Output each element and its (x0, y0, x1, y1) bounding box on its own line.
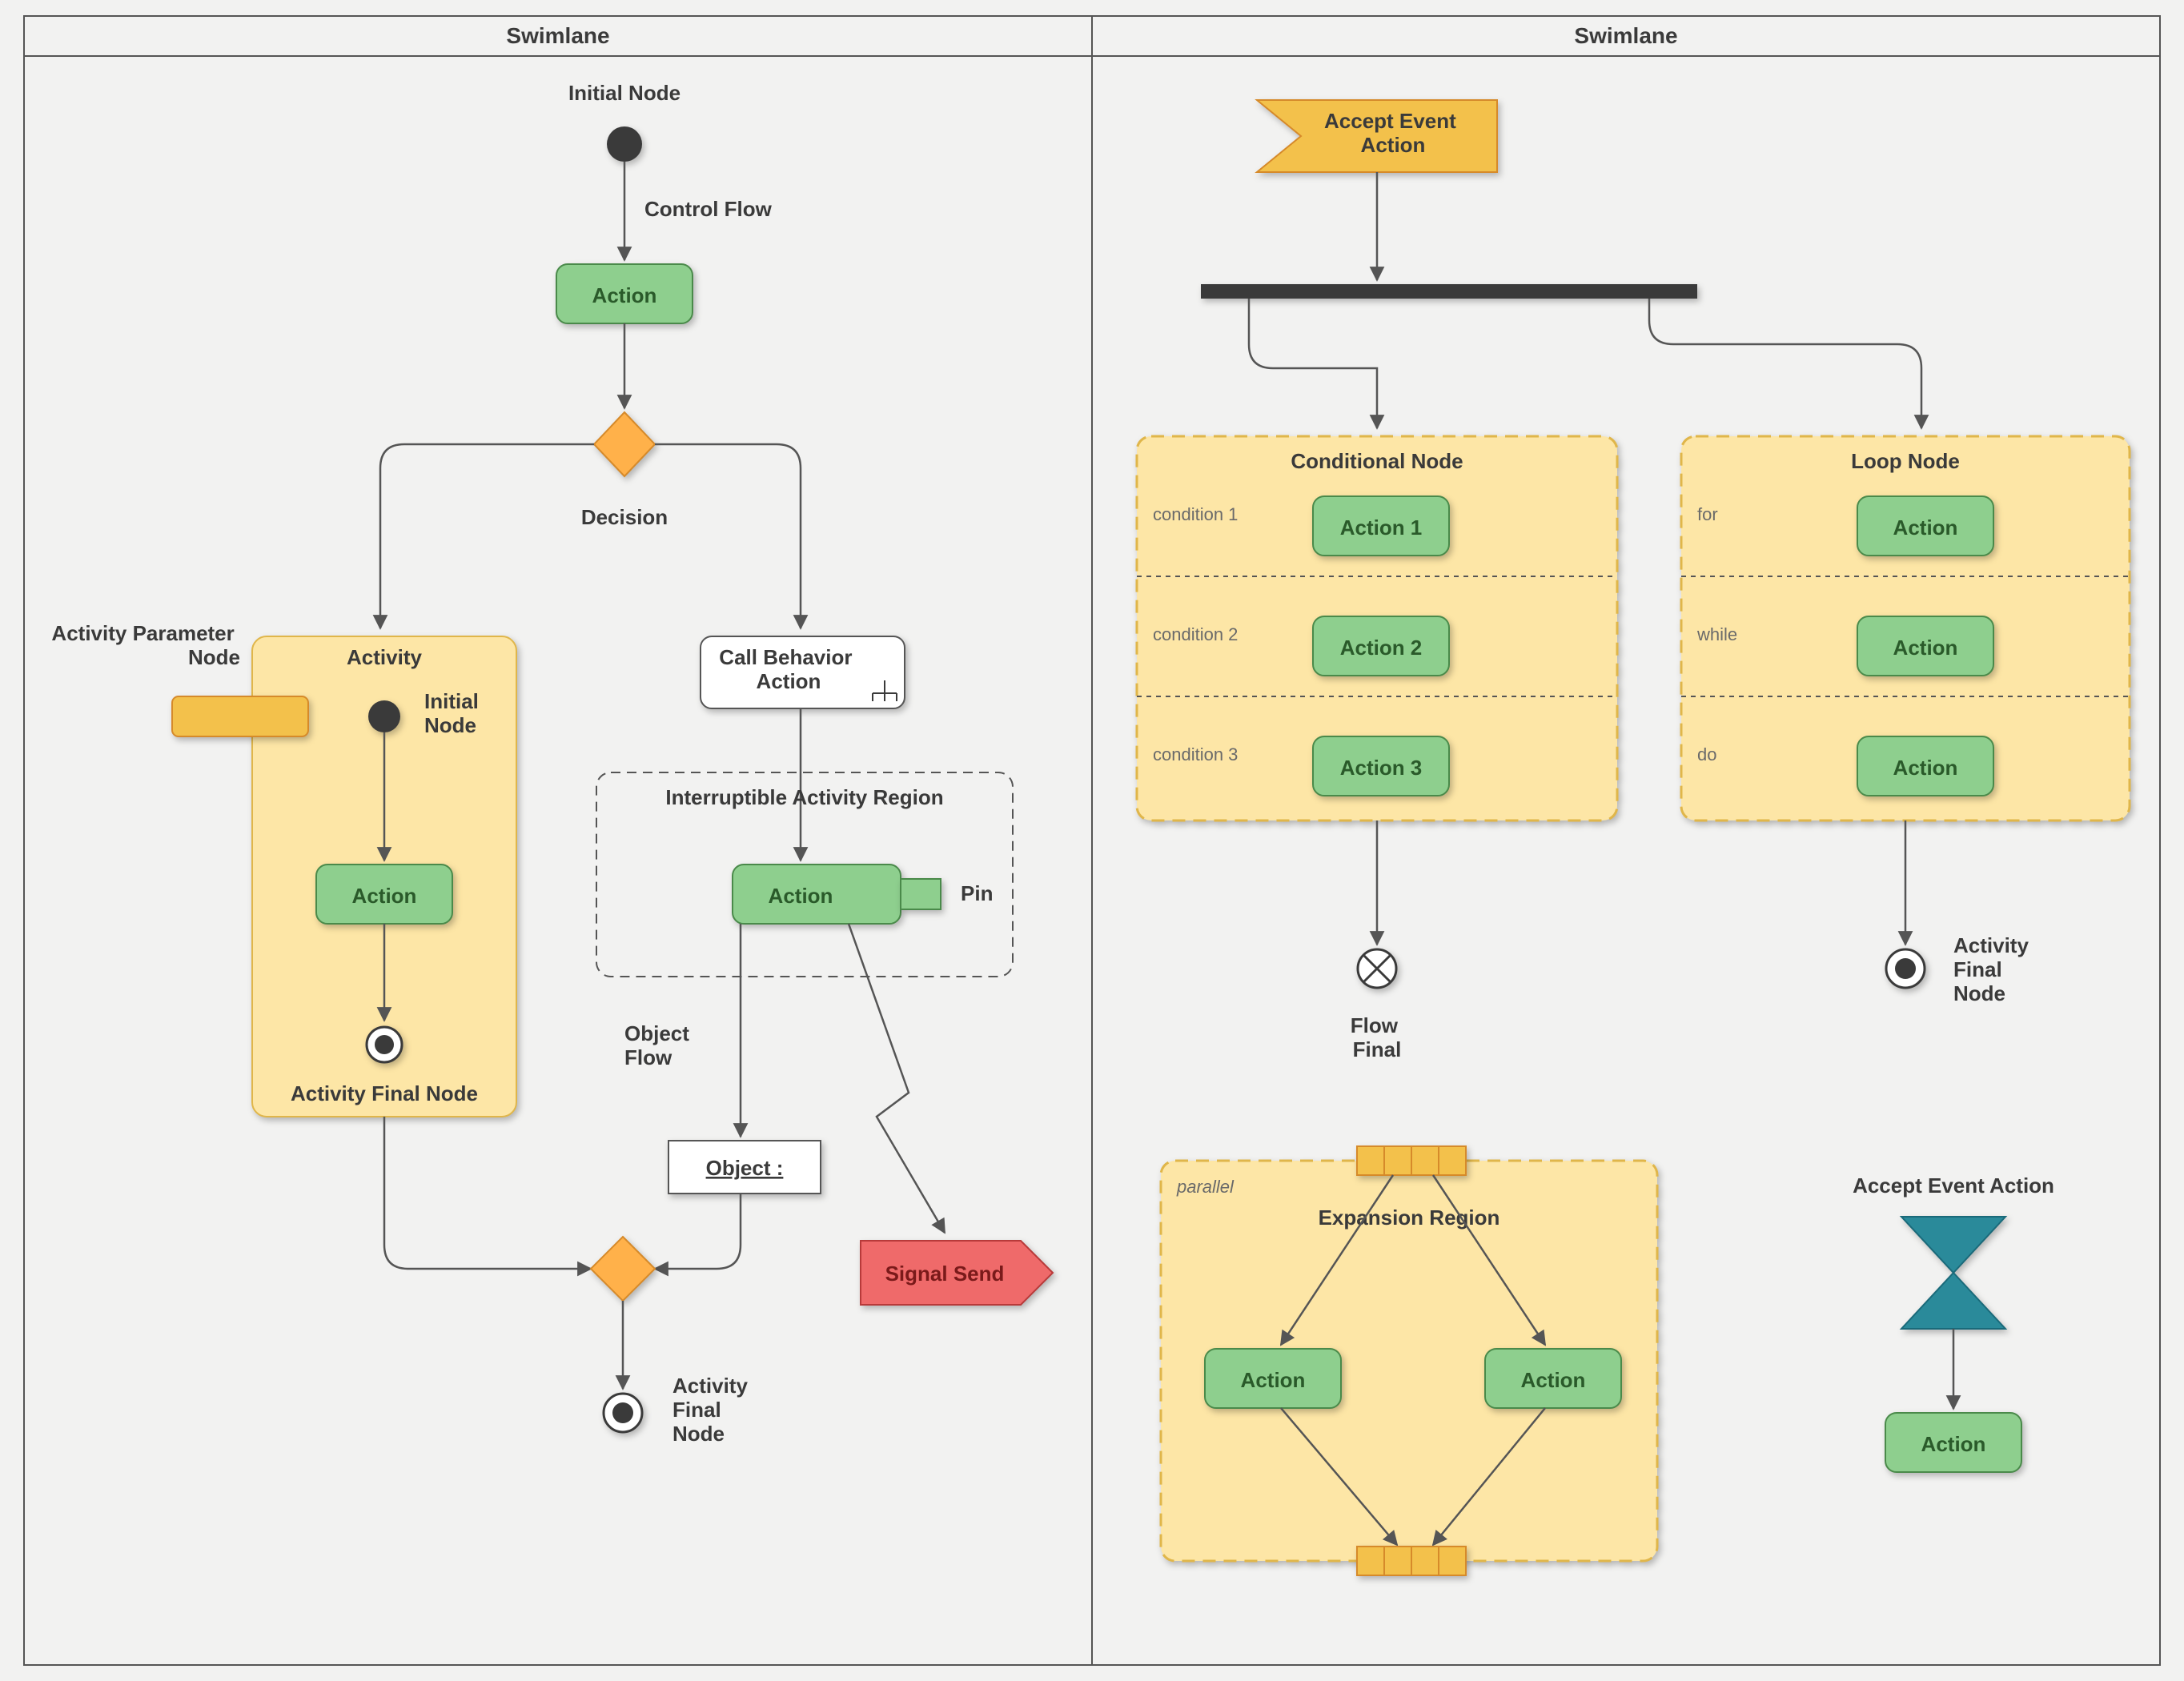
activity-parameter-node (172, 696, 308, 736)
svg-text:condition 1: condition 1 (1153, 504, 1238, 524)
flow-final-label: Flow Final (1351, 1013, 1403, 1061)
initial-node-icon (607, 126, 642, 162)
control-flow-label: Control Flow (644, 197, 773, 221)
svg-text:Action 2: Action 2 (1340, 636, 1423, 660)
flow-final-icon (1358, 949, 1396, 988)
accept-event-2-action: Action (1885, 1413, 2021, 1472)
svg-text:do: do (1697, 744, 1716, 764)
activity-inner-initial-label: Initial Node (424, 689, 484, 737)
expansion-region: parallel Expansion Region Action Action (1161, 1146, 1657, 1575)
pin-label: Pin (961, 881, 993, 905)
accept-event-2-label: Accept Event Action (1853, 1173, 2054, 1198)
signal-send-node: Signal Send (861, 1241, 1053, 1305)
activity-diagram: Swimlane Swimlane Initial Node Control F… (0, 0, 2184, 1681)
svg-text:Action: Action (1241, 1368, 1306, 1392)
expansion-action-right: Action (1485, 1349, 1621, 1408)
svg-text:Action: Action (1893, 516, 1958, 540)
svg-text:Action 3: Action 3 (1340, 756, 1423, 780)
swimlane-right-title: Swimlane (1574, 23, 1677, 48)
expansion-action-left: Action (1205, 1349, 1341, 1408)
svg-text:Action: Action (352, 884, 417, 908)
svg-text:Signal Send: Signal Send (885, 1262, 1005, 1286)
interrupt-action: Action (733, 865, 901, 924)
svg-text:for: for (1697, 504, 1718, 524)
initial-node-label: Initial Node (568, 81, 680, 105)
swimlane-left-title: Swimlane (506, 23, 609, 48)
pin-icon (901, 879, 941, 909)
svg-text:Loop Node: Loop Node (1851, 449, 1960, 473)
svg-text:Action: Action (769, 884, 833, 908)
action-node-1: Action (556, 264, 693, 323)
fork-bar (1201, 284, 1697, 299)
svg-text:Action: Action (1893, 756, 1958, 780)
loop-node: Loop Node for Action while Action do Act… (1681, 436, 2130, 820)
object-node: Object : (668, 1141, 821, 1194)
activity-final-right-icon (1886, 949, 1925, 988)
activity-inner-action: Action (316, 865, 452, 924)
svg-text:condition 3: condition 3 (1153, 744, 1238, 764)
svg-text:Action 1: Action 1 (1340, 516, 1423, 540)
svg-text:Object :: Object : (706, 1156, 784, 1180)
activity-final-icon (604, 1394, 642, 1432)
conditional-node: Conditional Node condition 1 Action 1 co… (1137, 436, 1617, 820)
call-behavior-action: Call Behavior Action (701, 636, 905, 708)
expansion-input-icon (1357, 1146, 1466, 1175)
svg-text:parallel: parallel (1176, 1177, 1235, 1197)
svg-text:Expansion Region: Expansion Region (1319, 1206, 1500, 1230)
activity-inner-final-label: Activity Final Node (291, 1081, 478, 1105)
expansion-output-icon (1357, 1547, 1466, 1575)
svg-text:Action: Action (1921, 1432, 1986, 1456)
svg-text:Conditional Node: Conditional Node (1291, 449, 1463, 473)
decision-label: Decision (581, 505, 668, 529)
activity-inner-final-icon (367, 1027, 402, 1062)
interruptible-region-label: Interruptible Activity Region (665, 785, 943, 809)
svg-text:Action: Action (1521, 1368, 1586, 1392)
svg-text:Action: Action (592, 283, 657, 307)
svg-text:Action: Action (1893, 636, 1958, 660)
svg-text:Activity: Activity (347, 645, 422, 669)
svg-text:condition 2: condition 2 (1153, 624, 1238, 644)
svg-text:while: while (1696, 624, 1737, 644)
activity-inner-initial-icon (368, 700, 400, 732)
